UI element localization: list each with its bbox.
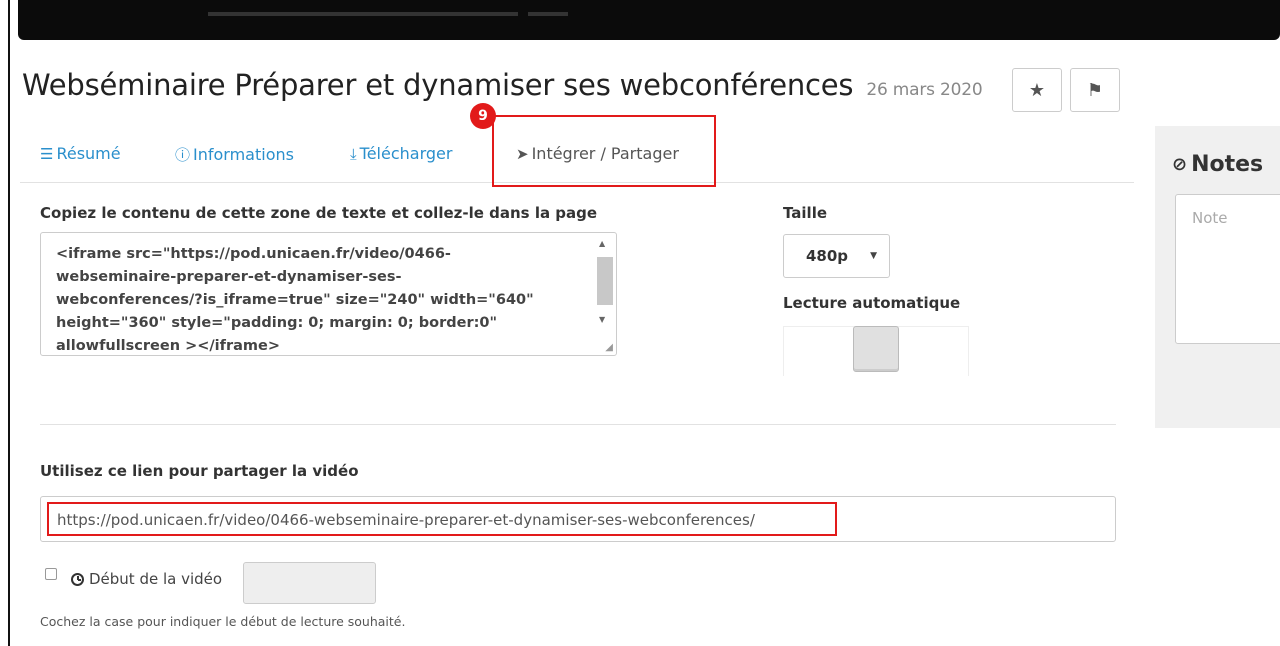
tab-informations[interactable]: ⓘ Informations <box>175 144 294 165</box>
page: Webséminaire Préparer et dynamiser ses w… <box>0 0 1280 646</box>
start-label-text: Début de la vidéo <box>89 570 223 588</box>
paperclip-icon: ⊘ <box>1172 154 1188 175</box>
start-label: Début de la vidéo <box>71 570 222 588</box>
share-label: Utilisez ce lien pour partager la vidéo <box>40 462 359 480</box>
video-date: 26 mars 2020 <box>866 80 983 100</box>
notes-title: ⊘ Notes <box>1172 152 1263 177</box>
scroll-thumb[interactable] <box>597 257 613 305</box>
favorite-button[interactable]: ★ <box>1012 68 1062 112</box>
notes-title-text: Notes <box>1191 152 1264 177</box>
video-player-bar[interactable] <box>18 0 1280 40</box>
size-selected-value: 480p <box>806 247 849 265</box>
textarea-scrollbar[interactable]: ▲ ▼ <box>596 239 613 335</box>
info-icon: ⓘ <box>175 146 191 164</box>
video-title: Webséminaire Préparer et dynamiser ses w… <box>22 68 854 102</box>
star-icon: ★ <box>1028 79 1046 101</box>
autoplay-label: Lecture automatique <box>783 294 961 312</box>
start-time-input[interactable] <box>243 562 376 604</box>
size-label: Taille <box>783 204 828 222</box>
section-divider <box>40 424 1116 425</box>
notes-placeholder: Note <box>1192 209 1228 227</box>
chevron-down-icon: ▼ <box>870 251 877 261</box>
tab-highlight-box <box>492 115 716 187</box>
tab-resume[interactable]: ☰ Résumé <box>40 144 121 163</box>
scroll-up-icon[interactable]: ▲ <box>599 239 605 248</box>
autoplay-toggle[interactable] <box>853 326 899 372</box>
tab-telecharger[interactable]: ⤓ Télécharger <box>350 144 452 163</box>
embed-code: <iframe src="https://pod.unicaen.fr/vide… <box>56 246 534 354</box>
start-checkbox[interactable] <box>45 568 57 580</box>
scroll-down-icon[interactable]: ▼ <box>599 315 605 324</box>
embed-label: Copiez le contenu de cette zone de texte… <box>40 204 598 222</box>
step-badge: 9 <box>470 103 496 129</box>
video-progress-segment <box>208 12 518 16</box>
video-progress-segment <box>528 12 568 16</box>
tab-label: Télécharger <box>359 144 453 163</box>
start-help-text: Cochez la case pour indiquer le début de… <box>40 614 406 629</box>
tab-label: Informations <box>193 145 294 164</box>
size-select[interactable]: 480p ▼ <box>783 234 890 278</box>
download-icon: ⤓ <box>350 144 357 163</box>
window-frame-edge <box>8 0 10 646</box>
resize-grip-icon[interactable]: ◢ <box>605 342 613 353</box>
page-title: Webséminaire Préparer et dynamiser ses w… <box>22 68 983 102</box>
list-icon: ☰ <box>40 144 54 163</box>
flag-icon: ⚑ <box>1086 79 1104 101</box>
embed-code-textarea[interactable]: <iframe src="https://pod.unicaen.fr/vide… <box>40 232 617 356</box>
report-button[interactable]: ⚑ <box>1070 68 1120 112</box>
link-highlight-box <box>47 502 837 536</box>
clock-icon <box>71 572 84 586</box>
tab-label: Résumé <box>56 144 121 163</box>
